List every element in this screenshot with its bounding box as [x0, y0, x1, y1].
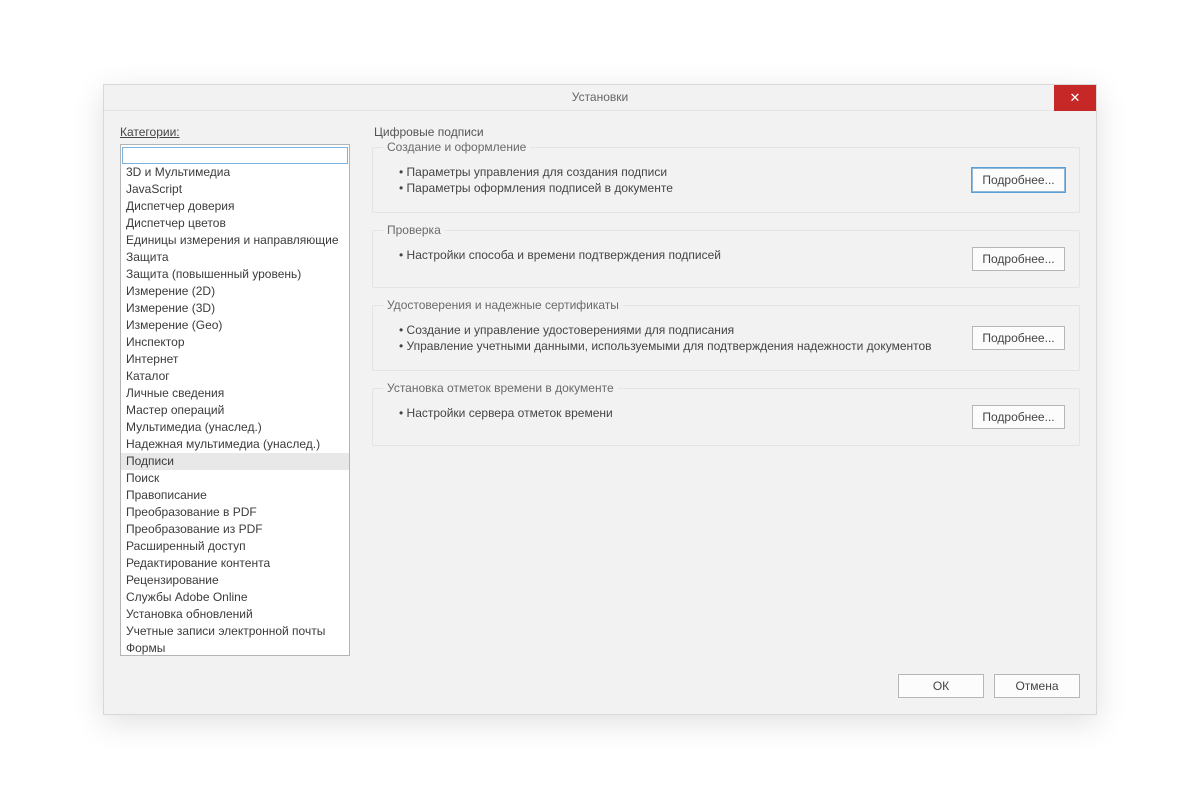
category-item[interactable]: 3D и Мультимедиа [121, 164, 349, 181]
category-item[interactable]: Службы Adobe Online [121, 589, 349, 606]
category-item[interactable]: Измерение (2D) [121, 283, 349, 300]
category-item[interactable]: Учетные записи электронной почты [121, 623, 349, 640]
bullet-item: Создание и управление удостоверениями дл… [399, 322, 972, 338]
listbox-search-strip[interactable] [122, 147, 348, 164]
details-button[interactable]: Подробнее... [972, 168, 1065, 192]
category-item[interactable]: Преобразование в PDF [121, 504, 349, 521]
titlebar: Установки ✕ [104, 85, 1096, 111]
preferences-dialog: Установки ✕ Категории: 3D и МультимедиаJ… [103, 84, 1097, 715]
group-title: Проверка [383, 223, 445, 237]
categories-label: Категории: [120, 125, 350, 139]
category-item[interactable]: Инспектор [121, 334, 349, 351]
category-item[interactable]: Поиск [121, 470, 349, 487]
bullet-item: Параметры управления для создания подпис… [399, 164, 972, 180]
window-title: Установки [572, 90, 628, 104]
cancel-button[interactable]: Отмена [994, 674, 1080, 698]
panel-title: Цифровые подписи [374, 125, 1080, 139]
category-item[interactable]: Измерение (Geo) [121, 317, 349, 334]
ok-button[interactable]: ОК [898, 674, 984, 698]
panel: Цифровые подписи Создание и оформлениеПа… [372, 125, 1080, 656]
group-bullets: Настройки способа и времени подтверждени… [387, 247, 972, 263]
group-bullets: Параметры управления для создания подпис… [387, 164, 972, 196]
group-bullets: Создание и управление удостоверениями дл… [387, 322, 972, 354]
category-item[interactable]: Диспетчер доверия [121, 198, 349, 215]
category-item[interactable]: Мультимедиа (унаслед.) [121, 419, 349, 436]
bullet-item: Настройки способа и времени подтверждени… [399, 247, 972, 263]
category-item[interactable]: Подписи [121, 453, 349, 470]
group-title: Удостоверения и надежные сертификаты [383, 298, 623, 312]
dialog-body: Категории: 3D и МультимедиаJavaScriptДис… [104, 111, 1096, 714]
category-item[interactable]: Надежная мультимедиа (унаслед.) [121, 436, 349, 453]
details-button[interactable]: Подробнее... [972, 326, 1065, 350]
settings-group: Создание и оформлениеПараметры управлени… [372, 147, 1080, 213]
category-item[interactable]: Расширенный доступ [121, 538, 349, 555]
group-title: Создание и оформление [383, 140, 530, 154]
settings-group: Установка отметок времени в документеНас… [372, 388, 1080, 446]
category-item[interactable]: Интернет [121, 351, 349, 368]
category-item[interactable]: Единицы измерения и направляющие [121, 232, 349, 249]
category-item[interactable]: Редактирование контента [121, 555, 349, 572]
category-item[interactable]: Защита (повышенный уровень) [121, 266, 349, 283]
category-item[interactable]: Рецензирование [121, 572, 349, 589]
category-item[interactable]: Правописание [121, 487, 349, 504]
category-item[interactable]: Диспетчер цветов [121, 215, 349, 232]
category-item[interactable]: Установка обновлений [121, 606, 349, 623]
close-icon: ✕ [1070, 91, 1081, 104]
settings-group: Удостоверения и надежные сертификатыСозд… [372, 305, 1080, 371]
bullet-item: Настройки сервера отметок времени [399, 405, 972, 421]
category-item[interactable]: Измерение (3D) [121, 300, 349, 317]
details-button[interactable]: Подробнее... [972, 405, 1065, 429]
category-item[interactable]: Формы [121, 640, 349, 656]
group-bullets: Настройки сервера отметок времени [387, 405, 972, 421]
close-button[interactable]: ✕ [1054, 85, 1096, 111]
bullet-item: Параметры оформления подписей в документ… [399, 180, 972, 196]
sidebar: Категории: 3D и МультимедиаJavaScriptДис… [120, 125, 350, 656]
group-title: Установка отметок времени в документе [383, 381, 618, 395]
bullet-item: Управление учетными данными, используемы… [399, 338, 972, 354]
category-item[interactable]: Каталог [121, 368, 349, 385]
category-item[interactable]: Мастер операций [121, 402, 349, 419]
category-item[interactable]: Личные сведения [121, 385, 349, 402]
category-item[interactable]: Защита [121, 249, 349, 266]
settings-group: ПроверкаНастройки способа и времени подт… [372, 230, 1080, 288]
dialog-footer: ОК Отмена [120, 656, 1080, 698]
category-item[interactable]: JavaScript [121, 181, 349, 198]
category-item[interactable]: Преобразование из PDF [121, 521, 349, 538]
details-button[interactable]: Подробнее... [972, 247, 1065, 271]
categories-listbox[interactable]: 3D и МультимедиаJavaScriptДиспетчер дове… [120, 144, 350, 656]
